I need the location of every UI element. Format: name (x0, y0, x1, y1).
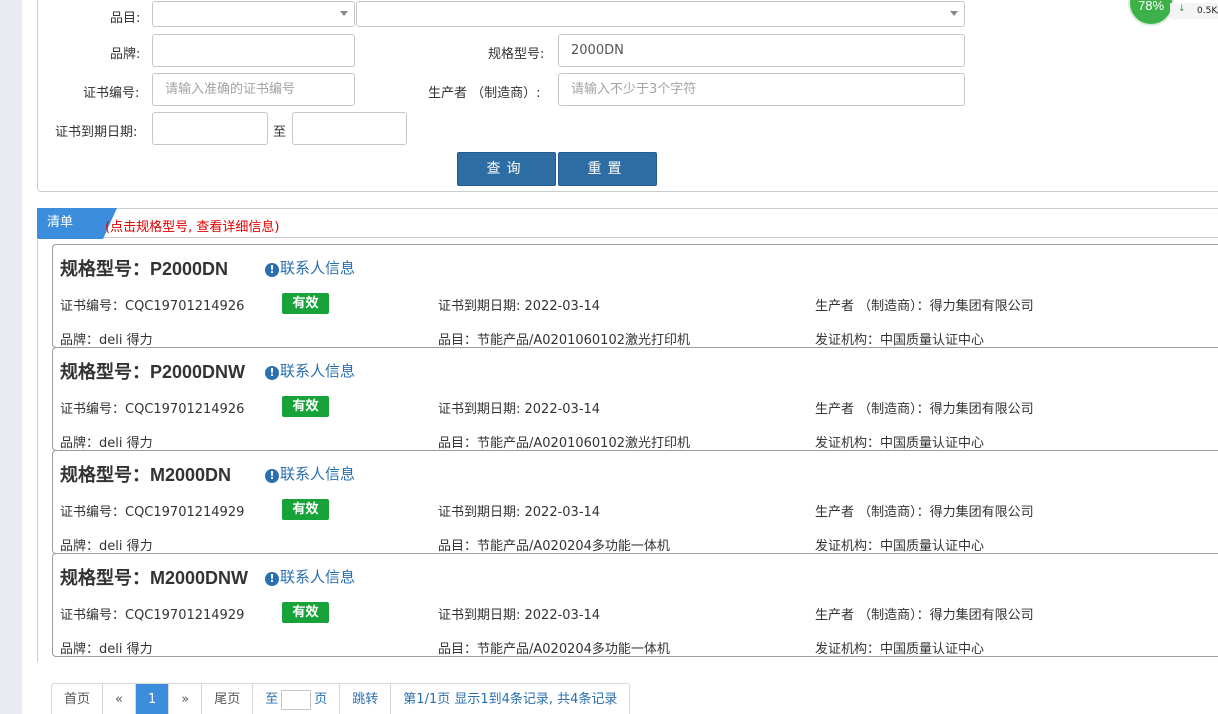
producer: 生产者 （制造商）：得力集团有限公司 (815, 505, 1034, 520)
issuer: 发证机构：中国质量认证中心 (815, 539, 985, 554)
page-1-button[interactable]: 1 (135, 684, 170, 714)
cert-no-label: 证书编号: (83, 86, 140, 101)
expiry-date: 证书到期日期: 2022-03-14 (438, 402, 601, 417)
info-icon: ! (265, 263, 279, 277)
list-item: 规格型号：M2000DN ! 联系人信息 证书编号：CQC19701214929 … (52, 450, 1218, 554)
goto-prefix: 至 (265, 692, 279, 707)
category: 品目：节能产品/A0201060102激光打印机 (438, 333, 690, 348)
list-item: 规格型号：M2000DNW ! 联系人信息 证书编号：CQC19701214929… (52, 553, 1218, 657)
reset-button[interactable]: 重置 (558, 152, 657, 186)
info-icon: ! (265, 366, 279, 380)
category: 品目：节能产品/A020204多功能一体机 (438, 539, 670, 554)
model-link[interactable]: 规格型号：P2000DN (60, 255, 228, 281)
first-page-button[interactable]: 首页 (52, 684, 104, 714)
status-badge: 有效 (282, 499, 329, 520)
goto-suffix: 页 (314, 692, 328, 707)
download-arrow-icon: ↓ (1178, 4, 1186, 14)
chevron-down-icon (340, 11, 348, 16)
search-panel: 品目: 品牌: 规格型号: 2000DN 证书编号: 请输入准确的证书编号 生产… (37, 0, 1218, 192)
brand: 品牌：deli 得力 (60, 436, 153, 451)
list-item: 规格型号：P2000DN ! 联系人信息 证书编号：CQC19701214926 … (52, 244, 1218, 348)
chevron-down-icon (950, 11, 958, 16)
network-speed: ↓ 0.5K/s (1170, 3, 1218, 19)
tab-list[interactable]: 清单 (37, 208, 117, 239)
query-button[interactable]: 查询 (457, 152, 556, 186)
contact-info-link[interactable]: ! 联系人信息 (265, 566, 355, 587)
category-select-level1[interactable] (152, 1, 355, 27)
goto-page-input[interactable] (281, 689, 312, 710)
network-speed-value: 0.5K/s (1197, 6, 1218, 16)
cert-no-input[interactable]: 请输入准确的证书编号 (152, 73, 355, 106)
goto-page: 至页 (253, 684, 341, 714)
list-hint: (点击规格型号, 查看详细信息) (105, 220, 280, 235)
expiry-date: 证书到期日期: 2022-03-14 (438, 608, 601, 623)
brand: 品牌：deli 得力 (60, 333, 153, 348)
producer-input[interactable]: 请输入不少于3个字符 (558, 73, 965, 106)
category: 品目：节能产品/A0201060102激光打印机 (438, 436, 690, 451)
expiry-to-input[interactable] (292, 112, 407, 145)
prev-page-button[interactable]: « (103, 684, 136, 714)
contact-info-label: 联系人信息 (280, 259, 356, 277)
contact-info-label: 联系人信息 (280, 568, 356, 586)
certificate-list: 规格型号：P2000DN ! 联系人信息 证书编号：CQC19701214926 … (37, 238, 1218, 662)
status-badge: 有效 (282, 293, 329, 314)
status-badge: 有效 (282, 396, 329, 417)
brand-input[interactable] (152, 34, 355, 67)
jump-button[interactable]: 跳转 (340, 684, 392, 714)
status-badge: 有效 (282, 602, 329, 623)
next-page-button[interactable]: » (169, 684, 203, 714)
contact-info-link[interactable]: ! 联系人信息 (265, 463, 355, 484)
category: 品目：节能产品/A020204多功能一体机 (438, 642, 670, 657)
producer: 生产者 （制造商）：得力集团有限公司 (815, 608, 1034, 623)
contact-info-link[interactable]: ! 联系人信息 (265, 257, 355, 278)
contact-info-label: 联系人信息 (280, 362, 356, 380)
brand-label: 品牌: (110, 47, 141, 62)
list-header: 清单 (点击规格型号, 查看详细信息) (37, 208, 1218, 239)
issuer: 发证机构：中国质量认证中心 (815, 642, 985, 657)
model-link[interactable]: 规格型号：M2000DN (60, 461, 231, 487)
expiry-label: 证书到期日期: (55, 125, 138, 140)
info-icon: ! (265, 469, 279, 483)
expiry-from-input[interactable] (152, 112, 268, 145)
model-label: 规格型号: (488, 47, 545, 62)
contact-info-link[interactable]: ! 联系人信息 (265, 360, 355, 381)
cert-number: 证书编号：CQC19701214926 (60, 402, 245, 417)
expiry-to-label: 至 (273, 125, 287, 140)
left-gutter (0, 0, 22, 714)
brand: 品牌：deli 得力 (60, 539, 153, 554)
cert-number: 证书编号：CQC19701214926 (60, 299, 245, 314)
list-item: 规格型号：P2000DNW ! 联系人信息 证书编号：CQC19701214926… (52, 347, 1218, 451)
model-link[interactable]: 规格型号：M2000DNW (60, 564, 248, 590)
issuer: 发证机构：中国质量认证中心 (815, 333, 985, 348)
page-summary: 第1/1页 显示1到4条记录, 共4条记录 (403, 692, 618, 707)
contact-info-label: 联系人信息 (280, 465, 356, 483)
cert-number: 证书编号：CQC19701214929 (60, 608, 245, 623)
last-page-button[interactable]: 尾页 (202, 684, 254, 714)
pagination: 首页 « 1 » 尾页 至页 跳转 第1/1页 显示1到4条记录, 共4条记录 (51, 683, 631, 714)
model-link[interactable]: 规格型号：P2000DNW (60, 358, 245, 384)
expiry-date: 证书到期日期: 2022-03-14 (438, 505, 601, 520)
producer-label: 生产者 （制造商）: (428, 86, 541, 101)
producer: 生产者 （制造商）：得力集团有限公司 (815, 299, 1034, 314)
category-label: 品目: (110, 11, 141, 26)
expiry-date: 证书到期日期: 2022-03-14 (438, 299, 601, 314)
category-select-level2[interactable] (356, 1, 965, 27)
brand: 品牌：deli 得力 (60, 642, 153, 657)
producer: 生产者 （制造商）：得力集团有限公司 (815, 402, 1034, 417)
info-icon: ! (265, 572, 279, 586)
model-input[interactable]: 2000DN (558, 34, 965, 67)
issuer: 发证机构：中国质量认证中心 (815, 436, 985, 451)
cert-number: 证书编号：CQC19701214929 (60, 505, 245, 520)
